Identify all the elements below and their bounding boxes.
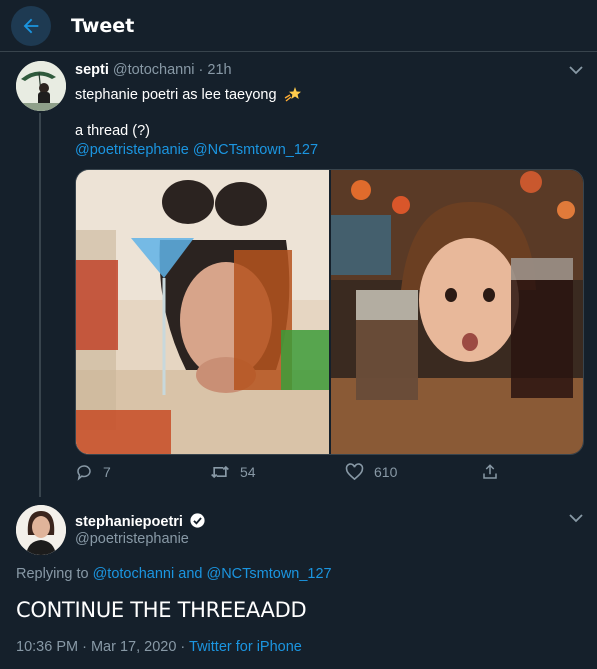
- tweet2-text: CONTINUE THE THREEAADD: [16, 598, 307, 622]
- thread-line: [39, 113, 41, 497]
- tweet2-name-row: stephaniepoetri: [75, 512, 206, 530]
- mention-nctsmtown[interactable]: @NCTsmtown_127: [193, 142, 318, 158]
- retweet-icon: [211, 465, 229, 479]
- retweet-count: 54: [240, 464, 256, 480]
- page-title: Tweet: [71, 15, 135, 37]
- replying-user-totochanni[interactable]: @totochanni: [93, 566, 175, 582]
- tweet1-meta: septi @totochanni · 21h: [75, 62, 232, 78]
- reply-action[interactable]: 7: [75, 463, 111, 481]
- tweet1-separator: ·: [198, 62, 204, 78]
- back-arrow-icon: [23, 18, 39, 34]
- share-action[interactable]: [481, 463, 499, 481]
- tweet1-time[interactable]: 21h: [207, 62, 231, 78]
- back-button[interactable]: [11, 6, 51, 46]
- tweet1-media[interactable]: [75, 169, 584, 455]
- tweet1-line1: stephanie poetri as lee taeyong: [75, 87, 277, 103]
- tweet1-line2: a thread (?): [75, 123, 150, 139]
- tweet1-handle[interactable]: @totochanni: [113, 62, 195, 78]
- reply-icon: [77, 465, 91, 481]
- tweet1-line1-wrap: stephanie poetri as lee taeyong: [75, 86, 302, 103]
- like-action[interactable]: 610: [345, 463, 397, 481]
- mention-poetristephanie[interactable]: @poetristephanie: [75, 142, 189, 158]
- top-bar: Tweet: [0, 0, 597, 52]
- avatar-stephaniepoetri[interactable]: [16, 505, 66, 555]
- photo-right[interactable]: [331, 170, 583, 454]
- avatar-septi[interactable]: [16, 61, 66, 111]
- chevron-down-icon[interactable]: [568, 512, 584, 524]
- photo-left[interactable]: [76, 170, 329, 454]
- tweet1-actions: 7 54 610: [75, 463, 515, 487]
- replying-prefix: Replying to: [16, 566, 89, 582]
- retweet-action[interactable]: 54: [210, 463, 256, 481]
- star-emoji-icon: [284, 87, 301, 102]
- verified-badge-icon: [190, 513, 205, 528]
- like-count: 610: [374, 464, 398, 480]
- tweet2-handle[interactable]: @poetristephanie: [75, 531, 189, 547]
- chevron-down-icon[interactable]: [568, 64, 584, 76]
- tweet1-display-name[interactable]: septi: [75, 62, 109, 78]
- tweet2-source[interactable]: Twitter for iPhone: [189, 639, 302, 655]
- reply-count: 7: [103, 464, 111, 480]
- share-icon: [483, 464, 497, 479]
- replying-and: and: [178, 566, 203, 582]
- replying-to: Replying to @totochanni and @NCTsmtown_1…: [16, 566, 332, 582]
- tweet2-timestamp[interactable]: 10:36 PM · Mar 17, 2020 ·: [16, 639, 185, 655]
- tweet2-display-name[interactable]: stephaniepoetri: [75, 514, 183, 530]
- tweet2-footer: 10:36 PM · Mar 17, 2020 · Twitter for iP…: [16, 639, 302, 655]
- tweet1-mentions: @poetristephanie @NCTsmtown_127: [75, 142, 318, 158]
- like-icon: [345, 463, 364, 481]
- replying-user-nctsmtown[interactable]: @NCTsmtown_127: [206, 566, 331, 582]
